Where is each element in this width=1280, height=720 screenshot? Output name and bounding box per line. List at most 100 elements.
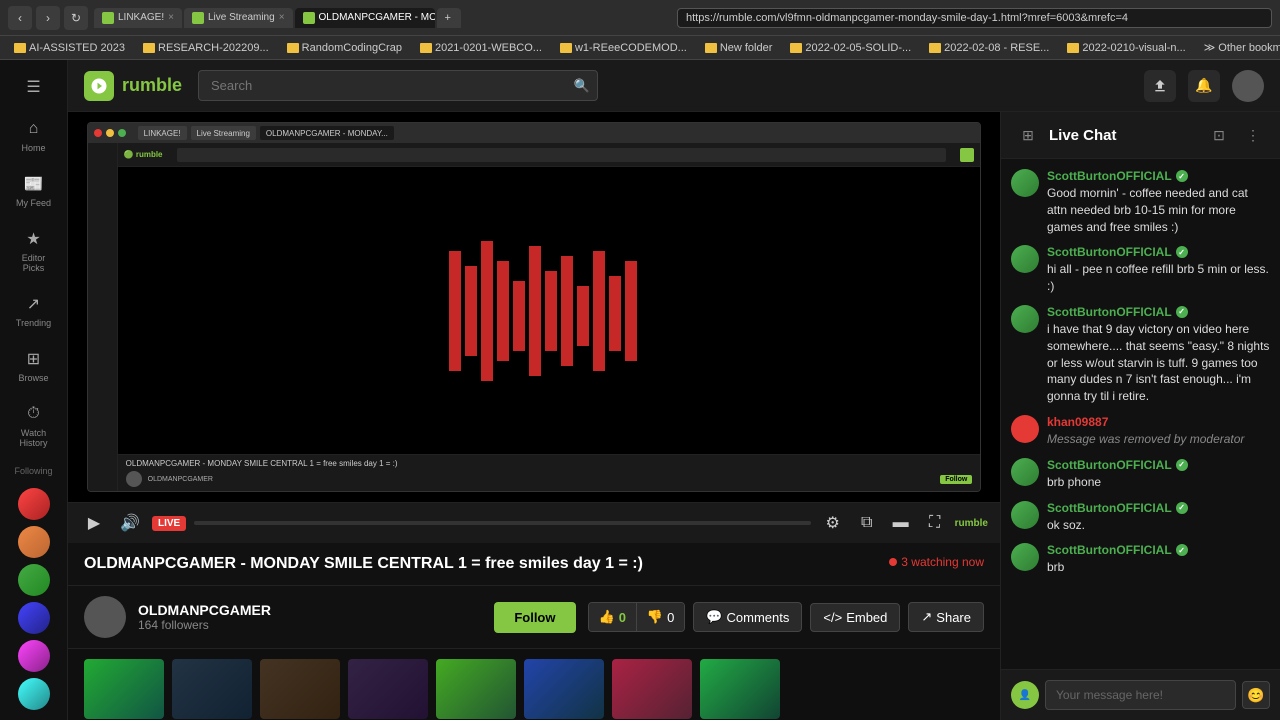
home-icon: ⌂ (23, 118, 45, 140)
chat-avatar-7[interactable] (1011, 543, 1039, 571)
chat-popout-button[interactable]: ⊡ (1206, 122, 1232, 148)
chat-text-7: brb (1047, 559, 1270, 576)
bookmark-w1[interactable]: w1-REeeCODEMOD... (554, 40, 693, 56)
chat-user-avatar: 👤 (1011, 681, 1039, 709)
reload-button[interactable]: ↻ (64, 6, 88, 30)
chat-msg-content-2: ScottBurtonOFFICIAL ✓ hi all - pee n cof… (1047, 245, 1270, 295)
chat-username-4[interactable]: khan09887 (1047, 415, 1270, 429)
following-avatar-2[interactable] (18, 526, 50, 558)
chat-text-1: Good mornin' - coffee needed and cat att… (1047, 185, 1270, 235)
like-button[interactable]: 👍 0 (589, 603, 637, 631)
sidebar-item-label: Browse (18, 373, 48, 383)
tab-close[interactable]: × (168, 12, 174, 23)
upload-button[interactable] (1144, 70, 1176, 102)
sidebar-item-browse[interactable]: ⊞ Browse (6, 342, 62, 389)
bookmark-ai2023[interactable]: AI-ASSISTED 2023 (8, 40, 131, 56)
sidebar-item-home[interactable]: ⌂ Home (6, 112, 62, 159)
bookmark-coding[interactable]: RandomCodingCrap (281, 40, 408, 56)
chat-avatar-4[interactable] (1011, 415, 1039, 443)
bookmark-research[interactable]: RESEARCH-202209... (137, 40, 275, 56)
bookmark-visual[interactable]: 2022-0210-visual-n... (1061, 40, 1191, 56)
scroll-thumb-3[interactable] (260, 659, 340, 719)
scroll-thumb-5[interactable] (436, 659, 516, 719)
chat-username-2[interactable]: ScottBurtonOFFICIAL ✓ (1047, 245, 1270, 259)
following-avatar-5[interactable] (18, 640, 50, 672)
notifications-button[interactable]: 🔔 (1188, 70, 1220, 102)
chat-avatar-6[interactable] (1011, 501, 1039, 529)
browser-chrome: ‹ › ↻ LINKAGE! × Live Streaming × OLDMAN… (0, 0, 1280, 36)
chat-username-5[interactable]: ScottBurtonOFFICIAL ✓ (1047, 458, 1270, 472)
browser-tab-livestream[interactable]: Live Streaming × (184, 8, 293, 28)
live-badge: LIVE (152, 516, 186, 531)
embed-button[interactable]: </> Embed (810, 603, 900, 632)
search-icon[interactable]: 🔍 (574, 78, 590, 94)
url-bar[interactable] (677, 8, 1272, 28)
chat-sidebar-toggle[interactable]: ⊞ (1015, 122, 1041, 148)
bookmark-solid[interactable]: 2022-02-05-SOLID-... (784, 40, 917, 56)
following-avatar-6[interactable] (18, 678, 50, 710)
volume-button[interactable]: 🔊 (116, 509, 144, 537)
progress-bar[interactable] (194, 521, 810, 525)
chat-username-7[interactable]: ScottBurtonOFFICIAL ✓ (1047, 543, 1270, 557)
browser-tab-oldman[interactable]: OLDMANPCGAMER - MONDAY... × (295, 8, 435, 28)
chat-avatar-1[interactable] (1011, 169, 1039, 197)
following-avatar-4[interactable] (18, 602, 50, 634)
scroll-thumb-7[interactable] (612, 659, 692, 719)
tab-close[interactable]: × (279, 12, 285, 23)
browser-nav[interactable]: ‹ › ↻ (8, 6, 88, 30)
video-player[interactable]: LINKAGE! Live Streaming OLDMANPCGAMER - … (68, 112, 1000, 502)
chat-avatar-2[interactable] (1011, 245, 1039, 273)
bookmark-newfolder[interactable]: New folder (699, 40, 779, 56)
bookmark-webco[interactable]: 2021-0201-WEBCO... (414, 40, 548, 56)
back-button[interactable]: ‹ (8, 6, 32, 30)
header-right: 🔔 (1144, 70, 1264, 102)
share-button[interactable]: ↗ Share (908, 602, 984, 632)
rumble-wordmark: rumble (122, 75, 182, 96)
sidebar-item-watchhistory[interactable]: ⏱ Watch History (6, 397, 62, 454)
chat-send-button[interactable]: 😊 (1242, 681, 1270, 709)
comments-button[interactable]: 💬 Comments (693, 602, 802, 632)
browse-icon: ⊞ (23, 348, 45, 370)
browser-tab-linkage[interactable]: LINKAGE! × (94, 8, 182, 28)
chat-avatar-5[interactable] (1011, 458, 1039, 486)
play-button[interactable]: ▶ (80, 509, 108, 537)
bookmark-rese[interactable]: 2022-02-08 - RESE... (923, 40, 1055, 56)
chat-username-6[interactable]: ScottBurtonOFFICIAL ✓ (1047, 501, 1270, 515)
scroll-thumb-6[interactable] (524, 659, 604, 719)
sidebar-item-menu[interactable]: ☰ (6, 70, 62, 104)
sidebar-item-editorpicks[interactable]: ★ Editor Picks (6, 222, 62, 279)
chat-username-1[interactable]: ScottBurtonOFFICIAL ✓ (1047, 169, 1270, 183)
sidebar-item-label: Trending (16, 318, 51, 328)
chat-avatar-3[interactable] (1011, 305, 1039, 333)
rumble-watermark: rumble (955, 518, 988, 529)
sidebar-item-trending[interactable]: ↗ Trending (6, 287, 62, 334)
scroll-thumb-4[interactable] (348, 659, 428, 719)
rumble-sidebar: ☰ ⌂ Home 📰 My Feed ★ Editor Picks ↗ Tren… (0, 60, 68, 720)
settings-button[interactable]: ⚙ (819, 509, 847, 537)
theater-button[interactable]: ▬ (887, 509, 915, 537)
chat-input-area: 👤 😊 (1001, 669, 1280, 720)
forward-button[interactable]: › (36, 6, 60, 30)
rumble-logo[interactable]: rumble (84, 71, 182, 101)
browser-tab-new[interactable]: + (437, 8, 461, 28)
chat-message-1: ScottBurtonOFFICIAL ✓ Good mornin' - cof… (1011, 169, 1270, 235)
following-avatar-1[interactable] (18, 488, 50, 520)
search-input[interactable] (198, 70, 598, 101)
comments-icon: 💬 (706, 609, 722, 625)
scroll-thumb-2[interactable] (172, 659, 252, 719)
fullscreen-button[interactable]: ⛶ (921, 509, 949, 537)
follow-button[interactable]: Follow (494, 602, 575, 633)
dislike-button[interactable]: 👎 0 (637, 603, 684, 631)
chat-username-3[interactable]: ScottBurtonOFFICIAL ✓ (1047, 305, 1270, 319)
channel-row: OLDMANPCGAMER 164 followers Follow 👍 0 👎 (68, 586, 1000, 649)
following-avatar-3[interactable] (18, 564, 50, 596)
chat-options-button[interactable]: ⋮ (1240, 122, 1266, 148)
scroll-thumb-8[interactable] (700, 659, 780, 719)
pip-button[interactable]: ⧉ (853, 509, 881, 537)
scroll-thumb-1[interactable] (84, 659, 164, 719)
channel-avatar[interactable] (84, 596, 126, 638)
bookmark-other[interactable]: ≫ Other bookmarks (1198, 39, 1280, 56)
chat-input[interactable] (1045, 680, 1236, 710)
sidebar-item-myfeed[interactable]: 📰 My Feed (6, 167, 62, 214)
user-avatar[interactable] (1232, 70, 1264, 102)
